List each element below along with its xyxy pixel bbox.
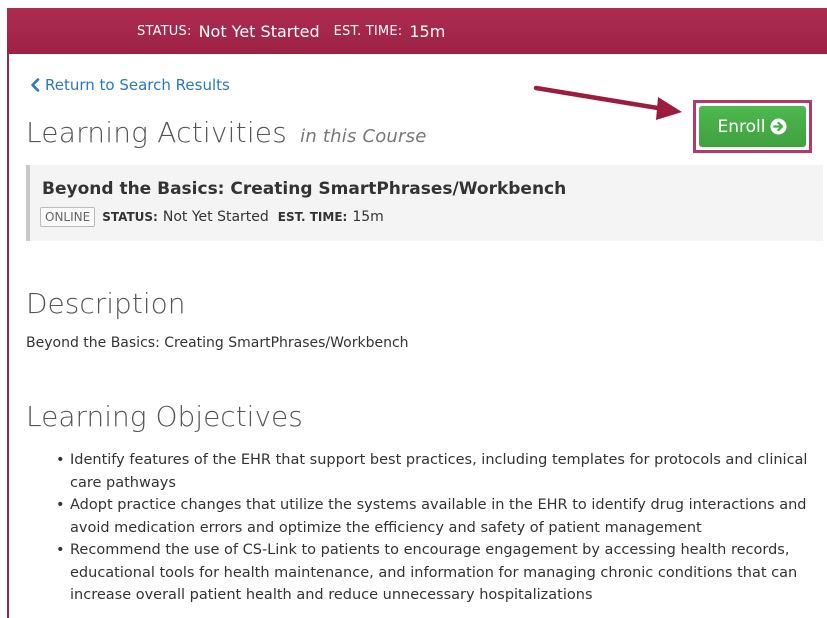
list-item: • Identify features of the EHR that suppo… — [56, 452, 808, 491]
activity-type-badge: ONLINE — [40, 207, 96, 227]
objective-text: Recommend the use of CS-Link to patients… — [70, 542, 798, 603]
status-value: Not Yet Started — [198, 21, 320, 41]
objective-text: Adopt practice changes that utilize the … — [70, 497, 807, 536]
activity-title[interactable]: Beyond the Basics: Creating SmartPhrases… — [42, 179, 566, 199]
chevron-left-icon — [31, 78, 40, 92]
learning-activities-heading: Learning Activities in this Course — [26, 116, 426, 149]
enroll-label: Enroll — [717, 116, 766, 137]
est-time-label: EST. TIME: — [333, 23, 403, 39]
return-to-search-link[interactable]: Return to Search Results — [29, 76, 230, 94]
learning-objectives-heading: Learning Objectives — [26, 400, 303, 433]
enroll-highlight: Enroll — [693, 100, 812, 153]
status-label: STATUS: — [137, 23, 192, 39]
objectives-list: • Identify features of the EHR that suppo… — [56, 449, 826, 607]
description-heading: Description — [26, 287, 186, 320]
return-link-label: Return to Search Results — [45, 76, 230, 94]
objective-text: Identify features of the EHR that suppor… — [70, 452, 808, 491]
enroll-button[interactable]: Enroll — [699, 106, 806, 147]
activity-time-value: 15m — [352, 209, 384, 225]
course-status-bar: STATUS: Not Yet Started EST. TIME: 15m — [7, 8, 827, 54]
activity-card[interactable]: Beyond the Basics: Creating SmartPhrases… — [26, 165, 823, 241]
list-item: • Recommend the use of CS-Link to patient… — [56, 542, 798, 603]
annotation-arrow-icon — [533, 85, 682, 120]
list-item: • Adopt practice changes that utilize the… — [56, 497, 807, 536]
description-text: Beyond the Basics: Creating SmartPhrases… — [26, 335, 409, 351]
activity-status-label: STATUS: — [102, 210, 158, 224]
activity-time-label: EST. TIME: — [277, 210, 348, 224]
learning-activities-title: Learning Activities — [26, 116, 288, 149]
est-time-value: 15m — [409, 21, 446, 41]
activity-status-value: Not Yet Started — [162, 209, 269, 225]
circle-arrow-right-icon — [770, 118, 788, 135]
learning-activities-suffix: in this Course — [300, 126, 427, 147]
activity-meta: ONLINE STATUS: Not Yet Started EST. TIME… — [40, 207, 393, 227]
